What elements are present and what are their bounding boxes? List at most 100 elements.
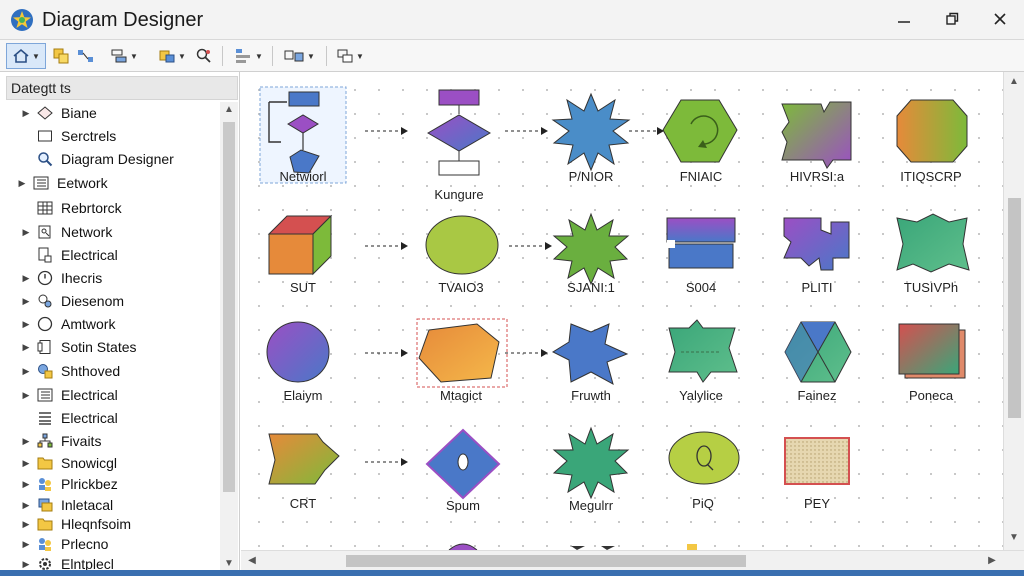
tree-item[interactable]: ▶ Snowicgl xyxy=(0,452,220,474)
tree-item-label: Snowicgl xyxy=(61,455,118,471)
shape-label: ITIQSCRP xyxy=(900,169,962,184)
tree-item[interactable]: ▶ Fivaits xyxy=(0,430,220,452)
people-icon xyxy=(36,535,54,553)
chevron-down-icon: ▼ xyxy=(178,51,186,61)
maximize-button[interactable] xyxy=(932,4,972,34)
scroll-left-icon[interactable]: ◀ xyxy=(243,555,261,566)
tree-item-label: Electrical xyxy=(61,410,118,426)
scroll-right-icon[interactable]: ▶ xyxy=(983,555,1001,566)
irregular-star-shape[interactable] xyxy=(551,323,629,386)
hexagon-x-shape[interactable] xyxy=(784,321,852,383)
scroll-up-icon[interactable]: ▲ xyxy=(1005,76,1023,87)
chevron-right-icon[interactable]: ▶ xyxy=(20,390,32,401)
starburst-green-shape[interactable] xyxy=(552,212,630,286)
minimize-button[interactable] xyxy=(884,4,924,34)
tree-item[interactable]: ▶ Eetwork xyxy=(0,172,220,194)
scroll-down-icon[interactable]: ▼ xyxy=(220,558,238,569)
chevron-right-icon[interactable]: ▶ xyxy=(20,436,32,447)
sidebar-scrollbar[interactable]: ▲ ▼ xyxy=(220,102,238,576)
layout-button[interactable]: ▼ xyxy=(230,43,266,69)
texture-rectangle-shape[interactable] xyxy=(784,437,850,485)
process-shape[interactable] xyxy=(427,89,491,176)
canvas-vertical-scrollbar[interactable]: ▲ ▼ xyxy=(1003,72,1024,550)
ellipse-q-shape[interactable] xyxy=(668,431,740,485)
chevron-right-icon[interactable]: ▶ xyxy=(20,319,32,330)
scroll-up-icon[interactable]: ▲ xyxy=(220,104,238,115)
tree-item[interactable]: ▶ Hleqnfsoim xyxy=(0,513,220,535)
tree-item[interactable]: Diagram Designer xyxy=(0,148,220,170)
tree-item-label: Hleqnfsoim xyxy=(61,516,132,532)
scroll-down-icon[interactable]: ▼ xyxy=(1005,532,1023,543)
connector-arrow xyxy=(509,242,552,250)
cube-shape[interactable] xyxy=(267,214,333,276)
canvas-horizontal-scroll-thumb[interactable] xyxy=(346,555,746,567)
home-button[interactable]: ▼ xyxy=(6,43,46,69)
toolbar: ▼ ▼ ▼ ▼ ▼ ▼ xyxy=(0,40,1024,72)
sidebar-scroll-thumb[interactable] xyxy=(223,122,235,492)
starburst-shape[interactable] xyxy=(551,92,631,172)
tree-item[interactable]: ▶ Prlecno xyxy=(0,533,220,555)
tree-item[interactable]: ▶ Ihecris xyxy=(0,267,220,289)
tree-item[interactable]: ▶ Shthoved xyxy=(0,360,220,382)
chevron-right-icon[interactable]: ▶ xyxy=(20,296,32,307)
tree-item[interactable]: ▶ Amtwork xyxy=(0,313,220,335)
document-icon xyxy=(36,338,54,356)
tree-item[interactable]: ▶ Plrickbez xyxy=(0,473,220,495)
tree-item[interactable]: Rebrtorck xyxy=(0,197,220,219)
group-button[interactable]: ▼ xyxy=(154,43,190,69)
tree-item[interactable]: Serctrels xyxy=(0,125,220,147)
chevron-right-icon[interactable]: ▶ xyxy=(20,500,32,511)
banner-shape[interactable] xyxy=(666,217,736,269)
chevron-right-icon[interactable]: ▶ xyxy=(20,559,32,570)
chevron-right-icon[interactable]: ▶ xyxy=(20,366,32,377)
close-button[interactable] xyxy=(980,4,1020,34)
people-icon xyxy=(36,475,54,493)
arrow-pentagon-shape[interactable] xyxy=(268,433,340,485)
connector-tool-icon xyxy=(78,50,93,62)
chevron-right-icon[interactable]: ▶ xyxy=(20,227,32,238)
octagon-shape[interactable] xyxy=(896,99,968,163)
tree-item[interactable]: ▶ Electrical xyxy=(0,384,220,406)
tree-item[interactable]: ▶ Biane xyxy=(0,102,220,124)
canvas-horizontal-scrollbar[interactable]: ◀ ▶ xyxy=(241,550,1024,570)
chevron-right-icon[interactable]: ▶ xyxy=(20,479,32,490)
pentagon-shape[interactable] xyxy=(416,318,508,388)
tree-item[interactable]: Electrical xyxy=(0,244,220,266)
notched-shape[interactable] xyxy=(781,101,852,169)
wave-rectangle-shape[interactable] xyxy=(896,213,970,273)
puzzle-shape[interactable] xyxy=(783,217,850,271)
view-button[interactable]: ▼ xyxy=(332,43,368,69)
diamond-shape[interactable] xyxy=(425,428,501,500)
starburst-teal-shape[interactable] xyxy=(552,426,630,500)
chevron-right-icon[interactable]: ▶ xyxy=(20,519,32,530)
tree-item[interactable]: Electrical xyxy=(0,407,220,429)
tree-item-label: Rebrtorck xyxy=(61,200,122,216)
cycle-hexagon-shape[interactable] xyxy=(662,99,738,163)
diagram-canvas[interactable]: Netwiorl Kungure P/NIOR FNIAIC HIVRSI:a … xyxy=(241,72,1003,550)
chevron-right-icon[interactable]: ▶ xyxy=(20,108,32,119)
chevron-right-icon[interactable]: ▶ xyxy=(16,178,28,189)
shape-label: FNIAIC xyxy=(679,169,723,184)
canvas-vertical-scroll-thumb[interactable] xyxy=(1008,198,1021,418)
ellipse-shape[interactable] xyxy=(425,215,499,275)
connector-arrow xyxy=(365,349,408,357)
chevron-right-icon[interactable]: ▶ xyxy=(20,539,32,550)
copy-button[interactable] xyxy=(50,43,72,69)
chevron-right-icon[interactable]: ▶ xyxy=(20,273,32,284)
align-button[interactable]: ▼ xyxy=(106,43,142,69)
sidebar: Dategtt ts ▶ Biane Serctrels Diagram Des… xyxy=(0,72,240,576)
zoom-button[interactable] xyxy=(192,43,216,69)
sidebar-header: Dategtt ts xyxy=(6,76,238,100)
app-logo-icon xyxy=(11,9,33,31)
circle-shape[interactable] xyxy=(266,321,330,383)
connect-button[interactable] xyxy=(74,43,98,69)
tree-item[interactable]: ▶ Diesenom xyxy=(0,290,220,312)
chevron-right-icon[interactable]: ▶ xyxy=(20,342,32,353)
tree-item[interactable]: ▶ Network xyxy=(0,221,220,243)
tree-item[interactable]: ▶ Sotin States xyxy=(0,336,220,358)
arrange-button[interactable]: ▼ xyxy=(278,43,320,69)
chevron-right-icon[interactable]: ▶ xyxy=(20,458,32,469)
arrow-box-shape[interactable] xyxy=(668,319,738,383)
stacked-square-shape[interactable] xyxy=(898,323,966,379)
connector-arrow xyxy=(365,458,408,466)
